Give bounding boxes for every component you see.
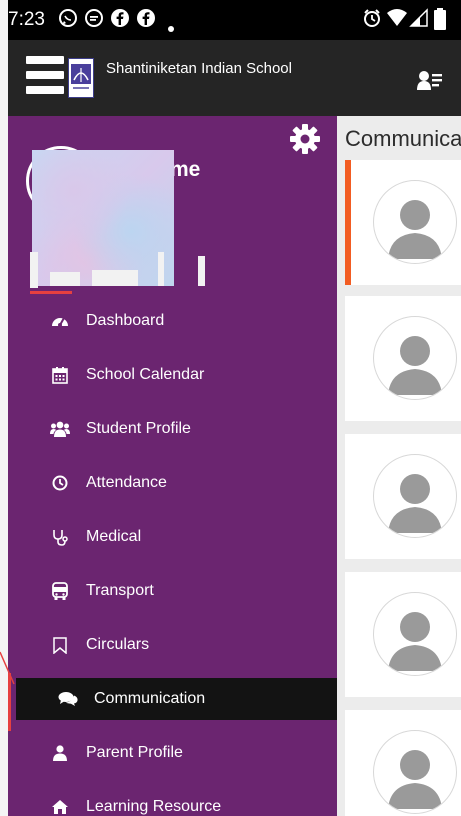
dot-icon [168,16,174,37]
user-icon [50,743,70,763]
navigation-drawer: me Dashboard School Calendar Student Pro… [8,116,337,816]
avatar [373,454,457,538]
menu-item-communication[interactable]: Communication [16,678,337,720]
menu-item-label: School Calendar [86,366,205,383]
menu-item-label: Transport [86,582,154,599]
wifi-icon [386,8,408,33]
stethoscope-icon [50,527,70,547]
menu-item-circulars[interactable]: Circulars [8,618,337,672]
avatar [373,730,457,814]
home-icon [50,797,70,816]
redacted-text [30,252,205,288]
annotation-marker [8,673,11,731]
menu-item-label: Learning Resource [86,798,222,815]
menu-item-label: Attendance [86,474,167,491]
menu-item-label: Student Profile [86,420,191,437]
avatar [373,316,457,400]
drawer-menu: Dashboard School Calendar Student Profil… [8,294,337,816]
battery-icon [434,8,446,35]
bookmark-icon [50,635,70,655]
communication-panel: Communication [337,116,461,816]
menu-item-label: Circulars [86,636,150,653]
menu-item-label: Dashboard [86,312,165,329]
school-logo [68,58,94,98]
facebook-icon [110,8,130,33]
menu-item-learning-resource[interactable]: Learning Resource [8,780,337,816]
app-bar: Shantiniketan Indian School [8,40,461,116]
menu-item-label: Medical [86,528,142,545]
menu-item-label: Communication [94,690,206,707]
menu-item-medical[interactable]: Medical [8,510,337,564]
list-item[interactable] [345,160,461,285]
signal-icon [409,8,429,33]
chat-bubble-icon [84,8,104,33]
tachometer-icon [50,311,70,331]
gear-icon[interactable] [288,122,322,156]
menu-item-transport[interactable]: Transport [8,564,337,618]
menu-item-attendance[interactable]: Attendance [8,456,337,510]
users-icon [50,419,70,439]
page-title: Communication [345,126,461,151]
avatar [373,180,457,264]
hamburger-icon[interactable] [26,56,64,100]
list-item[interactable] [345,710,461,816]
status-bar: 7:23 [8,0,461,40]
list-item[interactable] [345,296,461,421]
clock-icon [50,473,70,493]
menu-item-dashboard[interactable]: Dashboard [8,294,337,348]
comments-icon [58,689,78,709]
menu-item-label: Parent Profile [86,744,183,761]
user-name: me [170,158,201,181]
screen: 7:23 Shantiniketan Indian School me Dash… [0,0,461,816]
calendar-icon [50,365,70,385]
menu-item-parent-profile[interactable]: Parent Profile [8,726,337,780]
facebook-icon [136,8,156,33]
profile-list-icon[interactable] [417,70,443,92]
list-item[interactable] [345,572,461,697]
alarm-icon [362,8,382,33]
menu-item-student-profile[interactable]: Student Profile [8,402,337,456]
bus-icon [50,581,70,601]
list-item[interactable] [345,434,461,559]
annotation-arrow [0,651,15,685]
app-title: Shantiniketan Indian School [106,60,292,77]
whatsapp-icon [58,8,78,33]
menu-item-school-calendar[interactable]: School Calendar [8,348,337,402]
avatar [373,592,457,676]
